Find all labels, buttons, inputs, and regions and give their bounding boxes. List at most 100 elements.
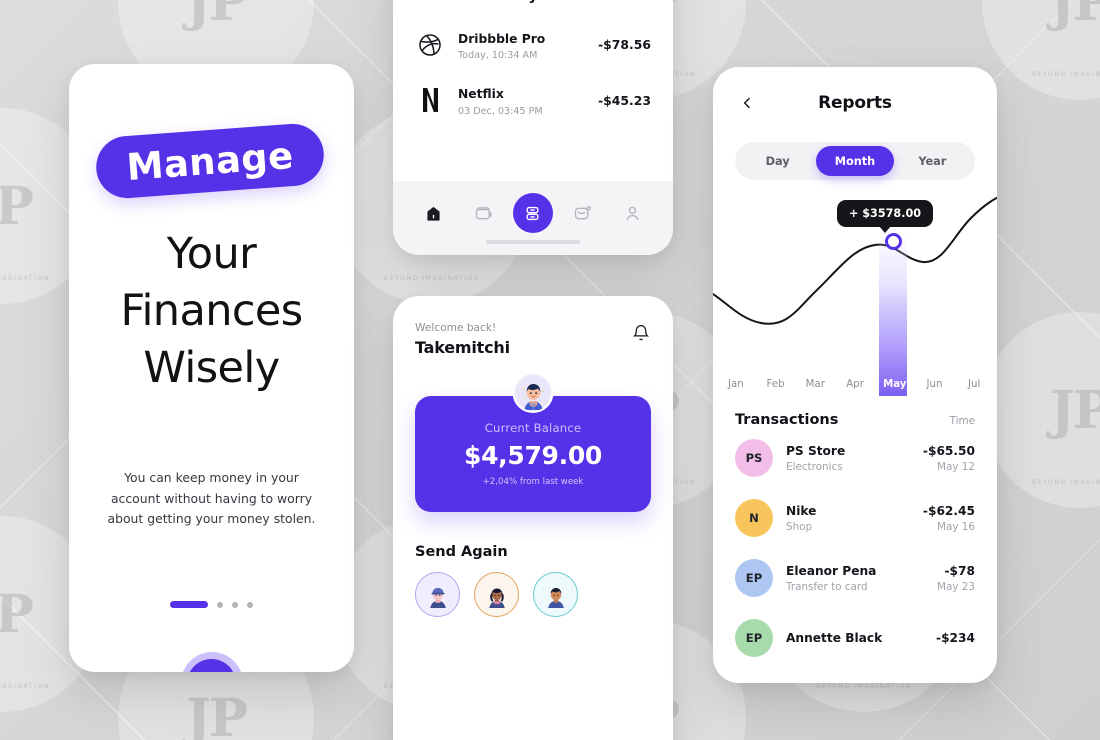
manage-badge-label: Manage: [125, 133, 295, 189]
segment-month[interactable]: Month: [816, 146, 894, 176]
headline-line-1: Your: [166, 229, 257, 279]
pagination-dot-3[interactable]: [232, 601, 238, 608]
time-column-label: Time: [949, 415, 975, 427]
onboarding-screen: Manage Your Finances Wisely You can keep…: [69, 64, 354, 672]
headline-line-3: Wisely: [143, 343, 280, 393]
watermark-initials: JP: [186, 687, 248, 740]
nav-item-stats[interactable]: [512, 193, 553, 233]
avatar[interactable]: [512, 372, 554, 413]
transaction-amount: -$234: [936, 631, 975, 645]
transaction-row[interactable]: EP Annette Black -$234: [713, 608, 997, 668]
activity-screen: Recent Activity See All Dribbble Pro Tod…: [393, 0, 673, 255]
transaction-name: PS Store: [786, 443, 846, 458]
watermark-initials: JP: [0, 583, 34, 645]
transaction-amount: -$65.50: [922, 443, 975, 458]
transaction-row[interactable]: PS PS Store Electronics -$65.50 May 12: [713, 428, 997, 488]
pagination-dot-1[interactable]: [170, 601, 208, 608]
transaction-avatar: EP: [735, 619, 773, 657]
see-all-link[interactable]: See All: [610, 0, 651, 3]
chevron-left-icon: [743, 97, 750, 109]
chart-month-jul: Jul: [968, 379, 981, 390]
pagination-dot-4[interactable]: [247, 601, 253, 608]
balance-amount: $4,579.00: [463, 441, 603, 470]
reports-screen: Reports Day Month Year + $3578.00 Jan Fe…: [713, 67, 997, 683]
transaction-meta: -$62.45 May 16: [923, 504, 975, 533]
welcome-text-group: Welcome back! Takemitchi: [415, 322, 510, 357]
user-avatar-illustration: [516, 375, 550, 410]
watermark-initials: JP: [186, 0, 248, 33]
next-button[interactable]: [180, 652, 243, 672]
manage-badge: Manage: [94, 121, 326, 201]
notification-button[interactable]: [631, 322, 651, 348]
chart-data-point-marker[interactable]: [885, 233, 902, 250]
watermark-tagline: BEYOND IMAGINATION: [0, 683, 50, 691]
reports-header: Reports: [713, 67, 997, 139]
transaction-info: Annette Black: [786, 631, 923, 645]
transaction-name: Nike: [786, 503, 817, 518]
transaction-meta: -$78 May 23: [937, 564, 975, 593]
nav-item-wallet[interactable]: [463, 193, 503, 233]
activity-amount: -$45.23: [598, 92, 651, 108]
section-title: Recent Activity: [415, 0, 538, 4]
welcome-header: Welcome back! Takemitchi: [393, 296, 673, 357]
transaction-date: May 23: [936, 580, 975, 593]
balance-label: Current Balance: [484, 421, 582, 435]
transaction-name: Eleanor Pena: [786, 563, 877, 578]
headline-line-2: Finances: [120, 286, 303, 336]
period-segmented-control: Day Month Year: [735, 142, 975, 180]
transaction-amount: -$62.45: [922, 503, 975, 518]
chart-month-jan: Jan: [728, 379, 744, 390]
home-indicator: [486, 240, 580, 244]
home-icon: [427, 206, 440, 221]
activity-date: 03 Dec, 03:45 PM: [458, 105, 543, 117]
pagination-dots[interactable]: [69, 601, 354, 608]
transaction-category: Shop: [786, 520, 813, 533]
transaction-avatar: EP: [735, 559, 773, 597]
segment-day[interactable]: Day: [739, 146, 816, 176]
back-button[interactable]: [735, 91, 759, 115]
chart-month-mar: Mar: [805, 379, 825, 390]
message-icon: [574, 205, 592, 219]
segment-year[interactable]: Year: [894, 146, 971, 176]
recent-activity-header: Recent Activity See All: [393, 0, 673, 4]
contact-illustration-2: [488, 588, 505, 608]
bell-icon: [632, 325, 650, 341]
chart-tooltip: + $3578.00: [837, 200, 934, 227]
watermark-tagline: BEYOND IMAGINATION: [1032, 71, 1100, 79]
wallet-home-screen: Welcome back! Takemitchi Current Balance…: [393, 296, 673, 740]
dribbble-icon: [415, 33, 445, 57]
contact-avatar[interactable]: [415, 572, 460, 617]
nav-item-messages[interactable]: [563, 193, 603, 233]
transaction-category: Transfer to card: [786, 580, 868, 593]
send-again-title: Send Again: [415, 544, 508, 560]
send-again-contacts: [415, 572, 578, 617]
activity-name: Netflix: [458, 87, 504, 102]
contact-illustration-1: [429, 587, 446, 608]
pagination-dot-2[interactable]: [217, 601, 223, 608]
nav-item-profile[interactable]: [612, 193, 652, 233]
activity-row[interactable]: Netflix 03 Dec, 03:45 PM -$45.23: [393, 83, 673, 117]
transaction-amount: -$78: [944, 563, 976, 578]
chart-x-axis-labels: Jan Feb Mar Apr May Jun Jul: [713, 379, 997, 390]
activity-row[interactable]: Dribbble Pro Today, 10:34 AM -$78.56: [393, 28, 673, 61]
activity-info: Dribbble Pro Today, 10:34 AM: [458, 28, 585, 61]
chart-month-may: May: [883, 379, 907, 390]
income-line-chart[interactable]: + $3578.00 Jan Feb Mar Apr May Jun Jul: [713, 190, 997, 396]
transaction-meta: -$65.50 May 12: [923, 444, 975, 473]
balance-delta: +2,04% from last week: [482, 477, 584, 487]
transaction-row[interactable]: N Nike Shop -$62.45 May 16: [713, 488, 997, 548]
transaction-info: PS Store Electronics: [786, 444, 910, 473]
nav-item-home[interactable]: [414, 193, 454, 233]
contact-avatar[interactable]: [474, 572, 519, 617]
transaction-avatar: N: [735, 499, 773, 537]
transaction-date: May 16: [936, 520, 975, 533]
transaction-date: May 12: [936, 460, 975, 473]
netflix-icon: [415, 87, 445, 113]
activity-date: Today, 10:34 AM: [458, 50, 538, 62]
balance-card[interactable]: Current Balance $4,579.00 +2,04% from la…: [415, 396, 651, 512]
contact-avatar[interactable]: [533, 572, 578, 617]
transaction-info: Eleanor Pena Transfer to card: [786, 564, 924, 593]
chart-month-feb: Feb: [766, 379, 785, 390]
user-name: Takemitchi: [415, 338, 510, 357]
transaction-row[interactable]: EP Eleanor Pena Transfer to card -$78 Ma…: [713, 548, 997, 608]
